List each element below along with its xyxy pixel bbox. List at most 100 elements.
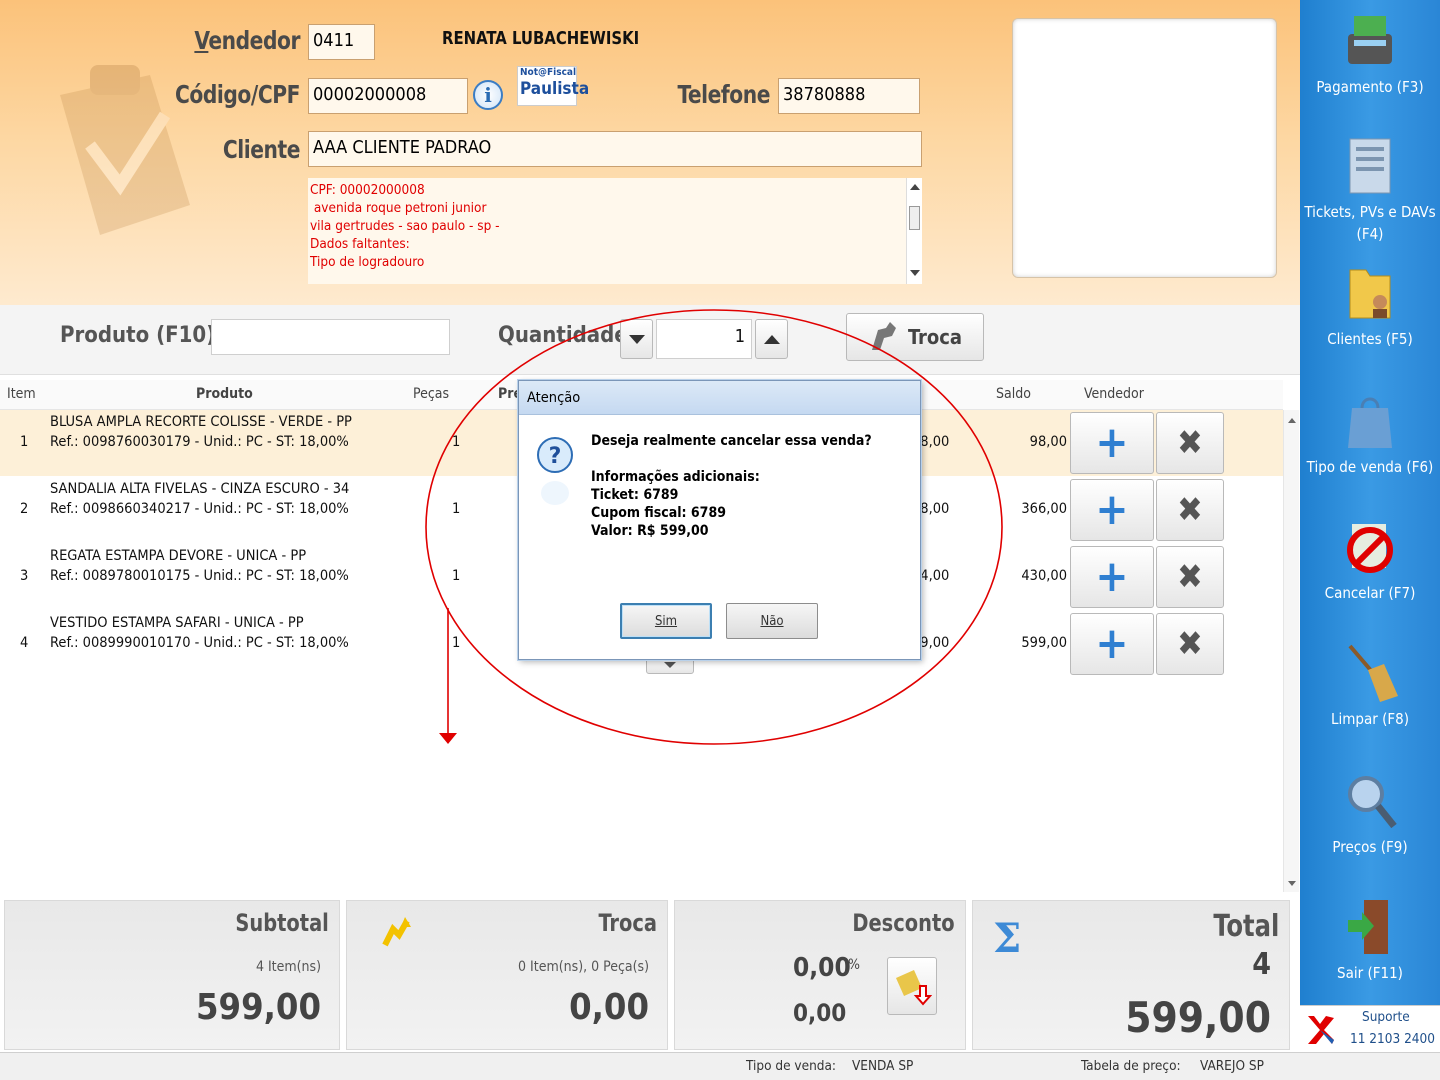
add-vendedor-button[interactable]: + (1070, 479, 1154, 541)
troca-panel: Troca 0 Item(ns), 0 Peça(s) 0,00 (346, 900, 668, 1050)
col-produto: Produto (196, 386, 253, 402)
scroll-down-icon[interactable] (910, 270, 920, 276)
close-icon: ✖ (1177, 490, 1203, 530)
col-saldo: Saldo (996, 386, 1031, 402)
row-description: BLUSA AMPLA RECORTE COLISSE - VERDE - PP (50, 414, 352, 430)
sidebar-item-tickets[interactable]: Tickets, PVs e DAVs (F4) (1298, 135, 1440, 245)
total-panel: Σ Total 4 599,00 (972, 900, 1290, 1050)
arrow-down-icon (439, 733, 457, 744)
quantidade-input[interactable]: 1 (656, 319, 752, 359)
codigo-label: Código/CPF (174, 80, 300, 109)
nota-fiscal-paulista-logo[interactable]: Not@Fiscal Paulista (517, 66, 590, 106)
support-box: Suporte 11 2103 2400 (1300, 1005, 1440, 1053)
row-saldo: 98,00 (1029, 434, 1067, 450)
yes-button[interactable]: Sim (620, 603, 712, 639)
tipo-venda-label: Tipo de venda: (746, 1058, 837, 1074)
notes-scrollbar[interactable] (906, 178, 922, 284)
dialog-titlebar[interactable]: Atenção (519, 381, 920, 415)
broom-icon (1348, 644, 1398, 702)
troca-title: Troca (598, 909, 657, 937)
desconto-title: Desconto (852, 909, 955, 937)
discount-button[interactable] (887, 957, 937, 1015)
scroll-up-icon[interactable] (910, 184, 920, 190)
row-reference: Ref.: 0089990010170 - Unid.: PC - ST: 18… (50, 635, 349, 651)
sidebar-item-label: Limpar (F8) (1331, 710, 1409, 728)
remove-item-button[interactable]: ✖ (1156, 546, 1224, 608)
quantity-increase-button[interactable] (755, 319, 788, 359)
produto-input[interactable] (211, 319, 450, 355)
arrow-down-icon (628, 334, 645, 344)
total-title: Total (1212, 909, 1279, 944)
sidebar-item-tipo-venda[interactable]: Tipo de venda (F6) (1300, 390, 1440, 478)
sidebar-item-precos[interactable]: Preços (F9) (1300, 770, 1440, 858)
info-icon[interactable]: i (473, 80, 503, 110)
row-saldo: 366,00 (1021, 501, 1067, 517)
scroll-down-icon[interactable] (1288, 881, 1296, 886)
dialog-cupom: Cupom fiscal: 6789 (591, 505, 726, 521)
customer-notes-box[interactable]: CPF: 00002000008 avenida roque petroni j… (308, 178, 922, 284)
sidebar-item-label: Pagamento (F3) (1316, 78, 1424, 96)
total-count: 4 (1252, 947, 1271, 982)
sidebar-item-pagamento[interactable]: Pagamento (F3) (1300, 10, 1440, 98)
desconto-panel: Desconto 0,00 % 0,00 (674, 900, 966, 1050)
row-number: 1 (20, 434, 29, 450)
notes-line: vila gertrudes - sao paulo - sp - (310, 218, 500, 234)
scroll-thumb[interactable] (909, 206, 920, 230)
tabela-label: Tabela de preço: (1081, 1058, 1181, 1074)
row-quantity: 1 (452, 635, 461, 651)
action-sidebar: Pagamento (F3) Tickets, PVs e DAVs (F4) … (1300, 0, 1440, 1050)
row-number: 3 (20, 568, 29, 584)
troca-button[interactable]: Troca (846, 313, 984, 361)
remove-item-button[interactable]: ✖ (1156, 613, 1224, 675)
total-value: 599,00 (1125, 993, 1271, 1042)
sidebar-item-label: Tickets, PVs e DAVs (F4) (1304, 203, 1436, 243)
dialog-info-label: Informações adicionais: (591, 469, 760, 485)
discount-tag-icon (896, 970, 932, 1006)
cash-register-icon (1348, 16, 1392, 64)
close-icon: ✖ (1177, 624, 1203, 664)
items-scrollbar[interactable] (1283, 410, 1299, 892)
telefone-input[interactable]: 38780888 (778, 78, 920, 114)
row-number: 4 (20, 635, 29, 651)
sidebar-item-cancelar[interactable]: Cancelar (F7) (1300, 516, 1440, 604)
add-vendedor-button[interactable]: + (1070, 613, 1154, 675)
exchange-hands-icon (871, 322, 896, 350)
cancel-icon (1347, 524, 1393, 573)
scroll-up-icon[interactable] (1288, 418, 1296, 423)
arrow-up-icon (763, 334, 780, 344)
quantity-decrease-button[interactable] (620, 319, 653, 359)
support-label: Suporte (1362, 1009, 1410, 1025)
support-phone: 11 2103 2400 (1350, 1031, 1435, 1047)
vendedor-code-input[interactable]: 0411 (308, 24, 375, 60)
close-icon: ✖ (1177, 423, 1203, 463)
row-quantity: 1 (452, 501, 461, 517)
codigo-cpf-input[interactable]: 00002000008 (308, 78, 468, 114)
close-icon: ✖ (1177, 557, 1203, 597)
row-number: 2 (20, 501, 29, 517)
row-reference: Ref.: 0089780010175 - Unid.: PC - ST: 18… (50, 568, 349, 584)
confirm-cancel-dialog: Atenção ? Deseja realmente cancelar essa… (518, 380, 921, 660)
question-icon: ? (537, 437, 573, 505)
notes-line: Dados faltantes: (310, 236, 410, 252)
sidebar-item-sair[interactable]: Sair (F11) (1300, 896, 1440, 984)
no-button[interactable]: Não (726, 603, 818, 639)
tipo-venda-value: VENDA SP (852, 1058, 914, 1074)
product-entry-bar: Produto (F10) Quantidade 1 Troca (0, 305, 1300, 375)
exit-door-icon (1348, 900, 1388, 954)
subtotal-value: 599,00 (196, 987, 321, 1028)
nfp-bottom-text: Paulista (520, 79, 590, 99)
support-logo-icon (1308, 1016, 1334, 1044)
sidebar-item-limpar[interactable]: Limpar (F8) (1300, 642, 1440, 730)
remove-item-button[interactable]: ✖ (1156, 412, 1224, 474)
add-vendedor-button[interactable]: + (1070, 546, 1154, 608)
row-description: SANDALIA ALTA FIVELAS - CINZA ESCURO - 3… (50, 481, 350, 497)
subtotal-title: Subtotal (235, 909, 329, 937)
notes-line: avenida roque petroni junior (310, 200, 487, 216)
cliente-input[interactable]: AAA CLIENTE PADRAO (308, 131, 922, 167)
add-vendedor-button[interactable]: + (1070, 412, 1154, 474)
chevron-down-icon (664, 662, 676, 668)
sidebar-item-clientes[interactable]: Clientes (F5) (1300, 262, 1440, 350)
notes-line: Tipo de logradouro (310, 254, 425, 270)
remove-item-button[interactable]: ✖ (1156, 479, 1224, 541)
sidebar-item-label: Cancelar (F7) (1324, 584, 1416, 602)
